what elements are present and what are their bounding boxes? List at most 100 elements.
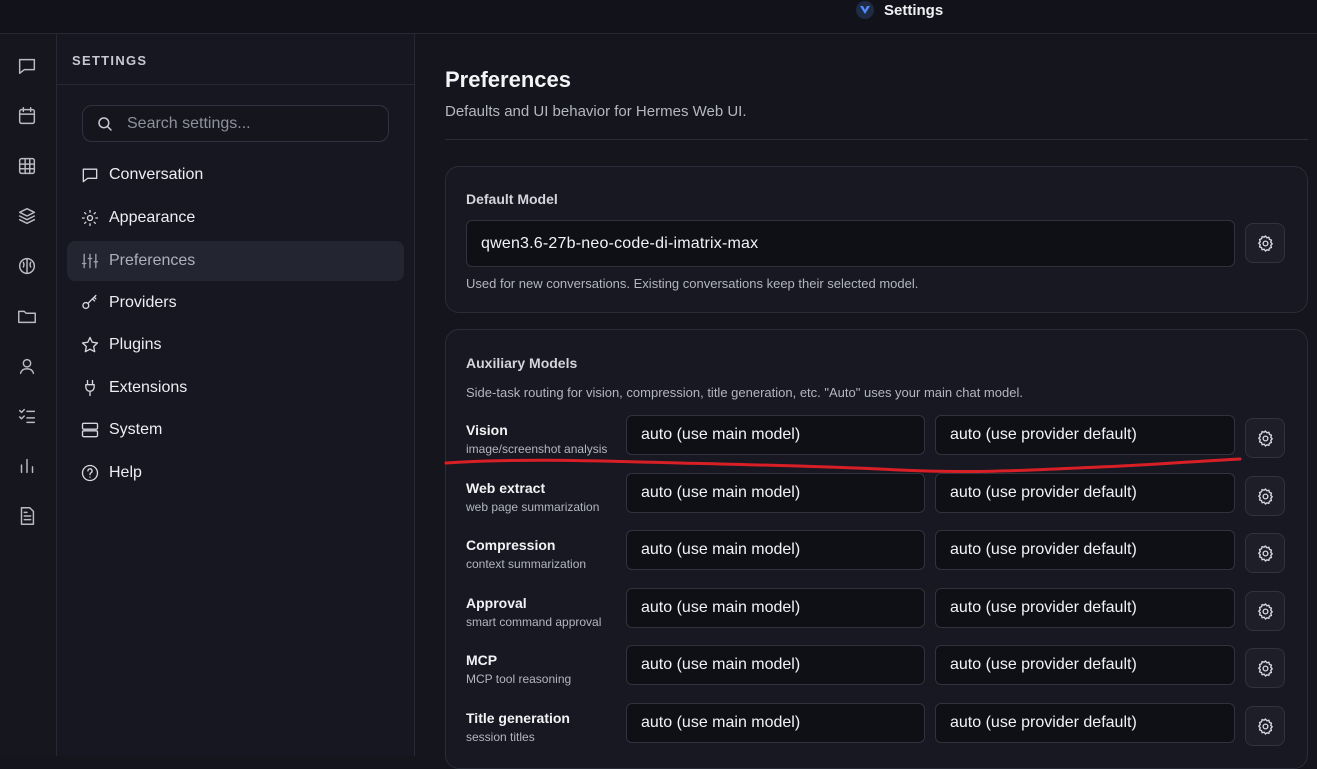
default-model-card: Default Model qwen3.6-27b-neo-code-di-im… — [445, 166, 1308, 313]
aux-model-select[interactable]: auto (use main model) — [626, 530, 925, 570]
divider — [57, 84, 415, 85]
select-value: auto (use main model) — [641, 656, 801, 673]
aux-row-desc: MCP tool reasoning — [466, 672, 572, 686]
select-value: auto (use provider default) — [950, 426, 1137, 443]
sidebar-item-label: Providers — [109, 294, 177, 311]
select-value: auto (use provider default) — [950, 484, 1137, 501]
sidebar-item-label: Conversation — [109, 166, 204, 183]
aux-row-desc: web page summarization — [466, 500, 600, 514]
select-value: auto (use provider default) — [950, 541, 1137, 558]
folder-icon[interactable] — [14, 303, 40, 329]
aux-row-desc: smart command approval — [466, 615, 602, 629]
select-value: auto (use main model) — [641, 484, 801, 501]
sidebar-item-label: Help — [109, 464, 142, 481]
select-value: auto (use main model) — [641, 599, 801, 616]
aux-row-desc: session titles — [466, 730, 535, 744]
aux-settings-button[interactable] — [1245, 591, 1285, 631]
aux-provider-select[interactable]: auto (use provider default) — [935, 530, 1235, 570]
select-value: auto (use provider default) — [950, 599, 1137, 616]
auxiliary-models-card: Auxiliary Models Side-task routing for v… — [445, 329, 1308, 769]
aux-settings-button[interactable] — [1245, 476, 1285, 516]
aux-settings-button[interactable] — [1245, 706, 1285, 746]
select-value: auto (use main model) — [641, 714, 801, 731]
sidebar-item-plugins[interactable]: Plugins — [67, 325, 404, 365]
document-icon[interactable] — [14, 503, 40, 529]
sidebar-item-label: Preferences — [109, 252, 196, 269]
app-logo-icon — [856, 1, 874, 19]
aux-row-name: Compression — [466, 537, 556, 553]
aux-row-approval: Approval smart command approval auto (us… — [446, 588, 1309, 631]
sidebar-item-label: System — [109, 421, 163, 438]
default-model-hint: Used for new conversations. Existing con… — [466, 276, 919, 291]
search-field[interactable] — [82, 105, 389, 142]
sidebar-item-conversation[interactable]: Conversation — [67, 155, 404, 195]
gear-icon — [1257, 234, 1273, 252]
divider — [445, 139, 1308, 140]
aux-settings-button[interactable] — [1245, 648, 1285, 688]
search-input[interactable] — [125, 113, 365, 134]
default-model-value: qwen3.6-27b-neo-code-di-imatrix-max — [481, 234, 759, 252]
sidebar-item-help[interactable]: Help — [67, 453, 404, 493]
auxiliary-models-hint: Side-task routing for vision, compressio… — [466, 385, 1023, 400]
window-title-text: Settings — [884, 1, 944, 19]
sidebar-item-label: Extensions — [109, 379, 188, 396]
calendar-icon[interactable] — [14, 103, 40, 129]
default-model-select[interactable]: qwen3.6-27b-neo-code-di-imatrix-max — [466, 220, 1235, 267]
aux-model-select[interactable]: auto (use main model) — [626, 703, 925, 743]
sidebar-header: SETTINGS — [72, 53, 148, 68]
aux-row-name: MCP — [466, 652, 498, 668]
aux-row-mcp: MCP MCP tool reasoning auto (use main mo… — [446, 645, 1309, 688]
sidebar-item-extensions[interactable]: Extensions — [67, 368, 404, 408]
settings-sidebar: SETTINGS Conversation Appearance Prefere… — [57, 34, 415, 756]
layers-icon[interactable] — [14, 203, 40, 229]
checklist-icon[interactable] — [14, 403, 40, 429]
plug-icon — [85, 379, 95, 397]
aux-model-select[interactable]: auto (use main model) — [626, 415, 925, 455]
icon-rail — [0, 34, 57, 756]
brain-icon[interactable] — [14, 253, 40, 279]
server-icon — [81, 422, 99, 438]
sidebar-item-system[interactable]: System — [67, 410, 404, 450]
sliders-icon — [81, 253, 99, 269]
gear-icon — [1257, 717, 1273, 735]
search-icon — [98, 116, 112, 131]
gear-icon — [1257, 659, 1273, 677]
sidebar-item-providers[interactable]: Providers — [67, 283, 404, 323]
aux-provider-select[interactable]: auto (use provider default) — [935, 703, 1235, 743]
select-value: auto (use main model) — [641, 426, 801, 443]
aux-model-select[interactable]: auto (use main model) — [626, 473, 925, 513]
aux-row-name: Vision — [466, 422, 508, 438]
sidebar-item-appearance[interactable]: Appearance — [67, 198, 404, 238]
aux-row-compression: Compression context summarization auto (… — [446, 530, 1309, 573]
grid-icon[interactable] — [14, 153, 40, 179]
aux-settings-button[interactable] — [1245, 533, 1285, 573]
aux-settings-button[interactable] — [1245, 418, 1285, 458]
sun-icon — [81, 209, 99, 227]
sidebar-item-label: Appearance — [109, 209, 196, 226]
aux-model-select[interactable]: auto (use main model) — [626, 588, 925, 628]
chat-icon[interactable] — [14, 53, 40, 79]
aux-row-desc: image/screenshot analysis — [466, 442, 608, 456]
default-model-label: Default Model — [466, 191, 558, 207]
key-icon — [82, 294, 97, 310]
aux-row-web-extract: Web extract web page summarization auto … — [446, 473, 1309, 516]
page-title: Preferences — [445, 67, 571, 92]
auxiliary-models-label: Auxiliary Models — [466, 355, 578, 371]
aux-provider-select[interactable]: auto (use provider default) — [935, 415, 1235, 455]
bar-chart-icon[interactable] — [14, 453, 40, 479]
chat-bubble-icon — [82, 168, 98, 183]
aux-row-name: Web extract — [466, 480, 546, 496]
aux-provider-select[interactable]: auto (use provider default) — [935, 645, 1235, 685]
gear-icon — [1257, 429, 1273, 447]
gear-icon — [1257, 602, 1273, 620]
help-icon — [81, 464, 99, 482]
user-icon[interactable] — [14, 353, 40, 379]
aux-provider-select[interactable]: auto (use provider default) — [935, 588, 1235, 628]
sidebar-item-preferences[interactable]: Preferences — [67, 241, 404, 281]
aux-provider-select[interactable]: auto (use provider default) — [935, 473, 1235, 513]
window-title: Settings — [856, 0, 943, 20]
main-panel: Preferences Defaults and UI behavior for… — [415, 34, 1317, 769]
aux-model-select[interactable]: auto (use main model) — [626, 645, 925, 685]
default-model-settings-button[interactable] — [1245, 223, 1285, 263]
aux-row-name: Approval — [466, 595, 527, 611]
